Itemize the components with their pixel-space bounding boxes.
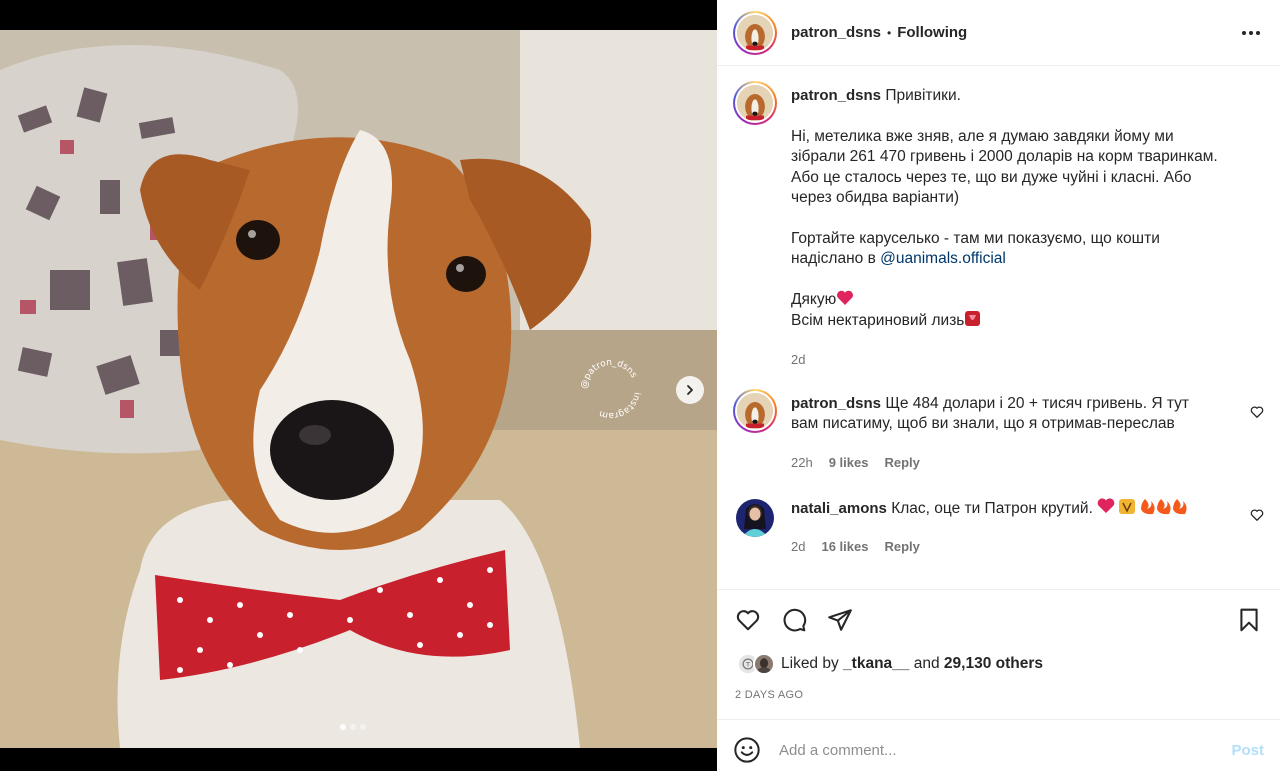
heart-icon	[736, 610, 760, 631]
user-avatar-icon	[755, 655, 773, 673]
separator-dot: •	[887, 25, 892, 40]
liked-and-label: and	[913, 655, 940, 672]
caption-greeting: Привітики.	[885, 87, 961, 104]
post-actions-bar	[733, 604, 1264, 636]
mention-link[interactable]: @uanimals.official	[880, 250, 1006, 267]
watermark-text-1: @patron_dsns	[580, 358, 639, 390]
bookmark-icon	[1240, 608, 1258, 632]
watermark-text-2: instagram	[598, 391, 642, 420]
dog-avatar-icon	[737, 14, 773, 51]
add-comment-input[interactable]	[779, 741, 1232, 759]
svg-text:instagram: instagram	[598, 391, 642, 420]
comment-body: patron_dsns Ще 484 долари і 20 + тисяч г…	[791, 394, 1211, 473]
caption-signoff: Всім нектариновий лизь	[791, 312, 965, 330]
comment-reply-button[interactable]: Reply	[884, 453, 919, 473]
carousel-dot[interactable]	[340, 724, 346, 730]
comment-meta: 22h 9 likes Reply	[791, 453, 1211, 473]
post-date[interactable]: 2 DAYS AGO	[735, 689, 803, 701]
share-button[interactable]	[825, 605, 855, 635]
divider	[717, 589, 1280, 590]
caption-meta: 2d	[791, 350, 1227, 370]
caption-time[interactable]: 2d	[791, 350, 805, 370]
post-header: patron_dsns • Following	[717, 0, 1280, 66]
comment-likes[interactable]: 16 likes	[821, 537, 868, 557]
comment-meta: 2d 16 likes Reply	[791, 537, 1211, 557]
caption-avatar[interactable]	[733, 81, 777, 125]
post-side-panel: patron_dsns • Following patron_dsns Прив…	[717, 0, 1280, 771]
caption-row: patron_dsns Привітики. Ні, метелика вже …	[733, 81, 1264, 370]
more-dot-icon	[1249, 30, 1253, 35]
caption-username[interactable]: patron_dsns	[791, 87, 881, 104]
add-comment-bar: Post	[733, 731, 1264, 769]
author-avatar[interactable]	[733, 10, 777, 55]
comment-avatar[interactable]	[736, 499, 774, 537]
user-avatar-icon	[736, 499, 774, 537]
likes-summary: T Liked by _tkana__ and 29,130 others	[737, 653, 1043, 675]
likes-count-link[interactable]: 29,130 others	[944, 655, 1043, 672]
like-comment-heart-icon[interactable]	[1250, 405, 1264, 419]
following-button[interactable]: Following	[897, 24, 967, 41]
emoji-picker-icon[interactable]	[733, 736, 761, 764]
comment-time[interactable]: 22h	[791, 453, 813, 473]
save-button[interactable]	[1234, 605, 1264, 635]
like-comment-heart-icon[interactable]	[1250, 508, 1264, 522]
comment-body: natali_amons Клас, оце ти Патрон крутий.…	[791, 497, 1211, 558]
comment-item: natali_amons Клас, оце ти Патрон крутий.…	[733, 496, 1264, 558]
comment-username[interactable]: patron_dsns	[791, 395, 881, 412]
more-dot-icon	[1256, 30, 1260, 35]
like-button[interactable]	[733, 605, 763, 635]
comment-reply-button[interactable]: Reply	[884, 537, 919, 557]
post-media-panel: @patron_dsns instagram	[0, 0, 717, 771]
watermark-badge: @patron_dsns instagram	[578, 356, 644, 422]
comment-icon	[783, 608, 807, 632]
comment-avatar[interactable]	[733, 389, 777, 433]
post-comment-button[interactable]: Post	[1231, 742, 1264, 759]
red-heart-emoji-icon	[837, 290, 854, 306]
comment-username[interactable]: natali_amons	[791, 500, 887, 517]
liker-username[interactable]: _tkana__	[843, 655, 909, 672]
dog-avatar-icon	[737, 85, 773, 121]
carousel-next-button[interactable]	[676, 376, 704, 404]
svg-text:@patron_dsns: @patron_dsns	[580, 358, 639, 390]
caption-thanks: Дякую	[791, 291, 837, 309]
carousel-dot[interactable]	[360, 724, 366, 730]
liker-avatar[interactable]	[753, 653, 775, 675]
carousel-dot[interactable]	[350, 724, 356, 730]
more-dot-icon	[1242, 30, 1246, 35]
comment-time[interactable]: 2d	[791, 537, 805, 557]
chevron-right-icon	[687, 385, 693, 395]
tongue-emoji-icon	[965, 311, 981, 327]
send-icon	[828, 609, 852, 631]
liked-by-label: Liked by	[781, 655, 839, 672]
comment-text: Клас, оце ти Патрон крутий.	[891, 500, 1093, 517]
reaction-emojis-icon	[1097, 498, 1187, 515]
dog-avatar-icon	[737, 393, 773, 429]
comment-likes[interactable]: 9 likes	[829, 453, 869, 473]
comments-section[interactable]: patron_dsns Привітики. Ні, метелика вже …	[717, 67, 1280, 589]
comment-button[interactable]	[779, 605, 809, 635]
caption-body: patron_dsns Привітики. Ні, метелика вже …	[791, 86, 1227, 370]
carousel-indicator	[340, 724, 366, 730]
comment-item: patron_dsns Ще 484 долари і 20 + тисяч г…	[733, 389, 1264, 473]
caption-paragraph-2: Ні, метелика вже зняв, але я думаю завдя…	[791, 127, 1218, 207]
more-options-button[interactable]	[1238, 25, 1264, 41]
divider	[717, 719, 1280, 720]
author-username[interactable]: patron_dsns	[791, 24, 881, 41]
